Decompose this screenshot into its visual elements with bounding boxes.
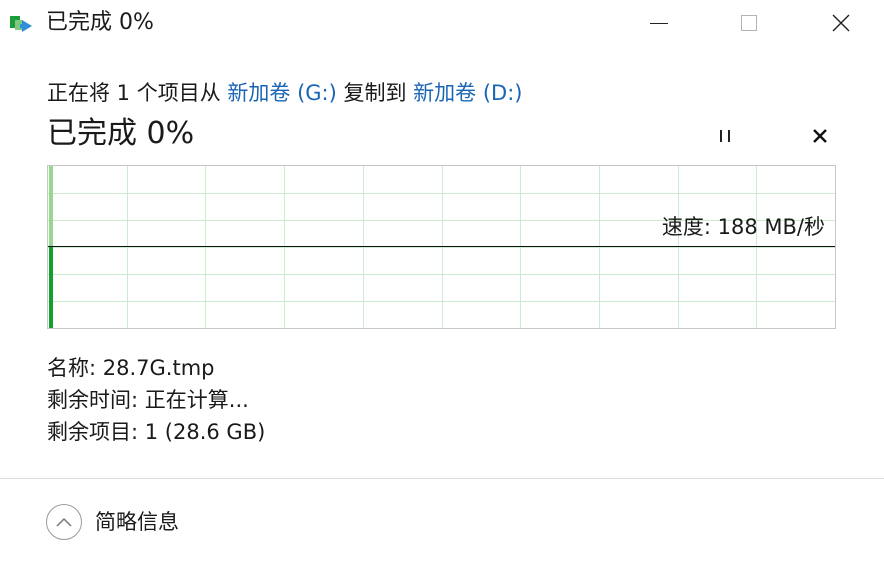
graph-grid-vline <box>599 166 600 328</box>
name-label: 名称: <box>47 356 103 380</box>
speed-label: 速度: 188 MB/秒 <box>661 215 825 239</box>
name-value: 28.7G.tmp <box>102 356 215 380</box>
close-button[interactable] <box>818 0 864 46</box>
graph-grid-vline <box>363 166 364 328</box>
name-row: 名称: 28.7G.tmp <box>47 352 265 384</box>
time-remaining-label: 剩余时间: <box>47 388 145 412</box>
minimize-button[interactable] <box>636 0 682 46</box>
speed-graph: 速度: 188 MB/秒 <box>47 165 836 329</box>
graph-grid-vline <box>520 166 521 328</box>
time-remaining-value: 正在计算... <box>144 388 249 412</box>
progress-title: 已完成 0% <box>47 116 195 151</box>
pause-icon <box>720 130 730 142</box>
pause-button[interactable] <box>707 120 743 152</box>
copy-prefix: 正在将 1 个项目从 <box>47 81 228 105</box>
fewer-details-label: 简略信息 <box>95 510 179 534</box>
close-icon <box>832 14 850 32</box>
fewer-details-toggle[interactable]: 简略信息 <box>46 501 179 543</box>
minimize-icon <box>650 22 668 24</box>
window-title: 已完成 0% <box>46 10 154 35</box>
maximize-button[interactable] <box>726 0 772 46</box>
maximize-icon <box>741 15 757 31</box>
file-copy-icon <box>10 14 38 34</box>
graph-grid-vline <box>442 166 443 328</box>
footer-divider <box>0 478 884 479</box>
graph-grid-vline <box>678 166 679 328</box>
items-remaining-row: 剩余项目: 1 (28.6 GB) <box>47 416 265 448</box>
cancel-icon <box>813 129 827 143</box>
cancel-button[interactable] <box>804 120 836 152</box>
chevron-up-icon <box>46 504 82 540</box>
items-remaining-label: 剩余项目: <box>47 420 145 444</box>
graph-grid-vline <box>284 166 285 328</box>
copy-description: 正在将 1 个项目从 新加卷 (G:) 复制到 新加卷 (D:) <box>47 78 522 108</box>
copy-middle: 复制到 <box>336 81 414 105</box>
items-remaining-value: 1 (28.6 GB) <box>144 420 266 444</box>
details-panel: 名称: 28.7G.tmp 剩余时间: 正在计算... 剩余项目: 1 (28.… <box>47 352 265 448</box>
source-drive-link[interactable]: 新加卷 (G:) <box>227 81 336 105</box>
graph-grid-vline <box>205 166 206 328</box>
transferred-fill-dark <box>49 246 53 328</box>
title-bar: 已完成 0% <box>0 0 884 48</box>
transferred-fill-light <box>49 166 53 246</box>
speed-line <box>48 246 835 247</box>
destination-drive-link[interactable]: 新加卷 (D:) <box>413 81 522 105</box>
time-remaining-row: 剩余时间: 正在计算... <box>47 384 265 416</box>
graph-grid-vline <box>127 166 128 328</box>
graph-grid-vline <box>756 166 757 328</box>
